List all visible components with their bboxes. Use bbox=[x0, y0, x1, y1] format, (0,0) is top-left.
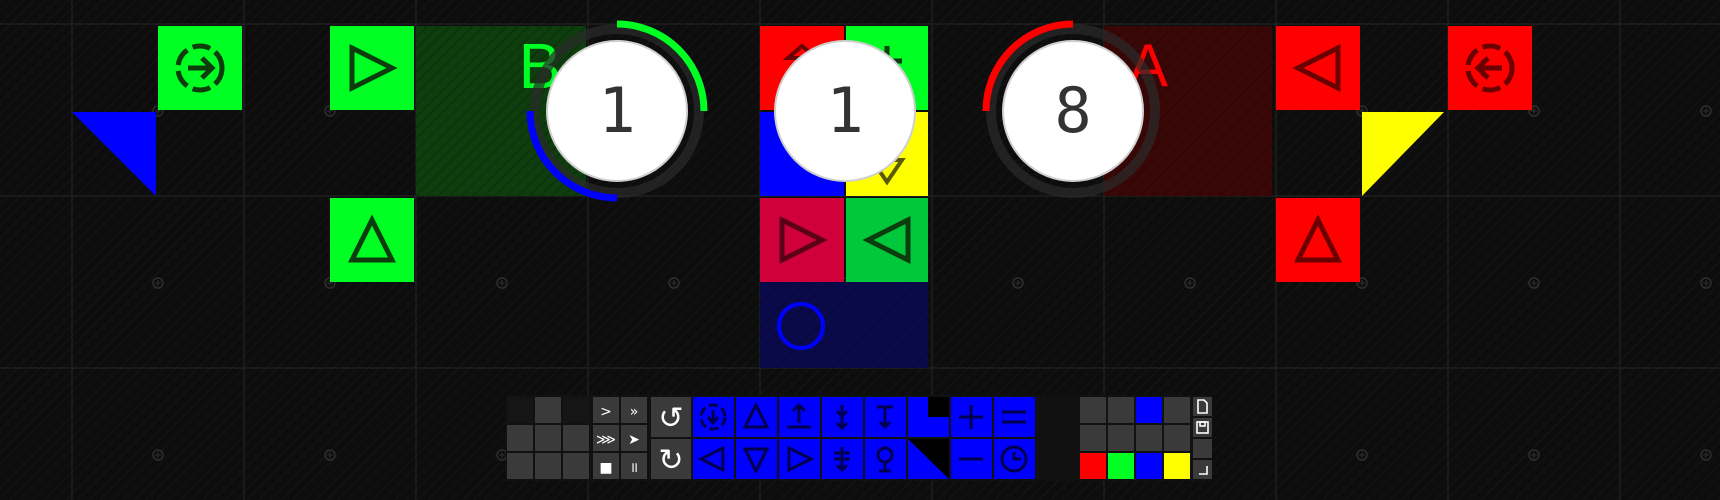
grid-size-button[interactable] bbox=[563, 425, 589, 451]
save-button[interactable] bbox=[1193, 418, 1212, 437]
grid-size-buttons bbox=[507, 397, 589, 479]
tool-button[interactable] bbox=[865, 439, 906, 479]
red-arrow-left-block[interactable] bbox=[1276, 26, 1360, 110]
speed-4-icon: ➤ bbox=[628, 432, 640, 448]
toolbar: > » ⋙ ➤ ■ ॥ ↺ ↻ bbox=[506, 395, 1212, 481]
speed-2-icon: » bbox=[630, 404, 639, 420]
crimson-arrow-right-block[interactable] bbox=[760, 198, 844, 282]
counter-green-blue[interactable]: 1 bbox=[526, 20, 708, 202]
speed-3-icon: ⋙ bbox=[596, 432, 616, 448]
resize-button[interactable] bbox=[1193, 460, 1212, 479]
redo-button[interactable]: ↻ bbox=[651, 439, 691, 479]
counter-value: 1 bbox=[826, 74, 863, 147]
pause-button[interactable]: ॥ bbox=[621, 453, 647, 479]
tool-button[interactable] bbox=[693, 439, 734, 479]
speed-1-button[interactable]: > bbox=[593, 397, 619, 423]
tool-button[interactable] bbox=[822, 397, 863, 437]
undo-button[interactable]: ↺ bbox=[651, 397, 691, 437]
counter-red-blue[interactable]: 1 bbox=[774, 40, 916, 182]
game-scene: B A 1 1 8 > »⋙ ➤■ ॥ ↺ ↻ bbox=[0, 0, 1720, 500]
grid-size-button[interactable] bbox=[535, 397, 561, 423]
color-swatch[interactable] bbox=[1164, 453, 1190, 479]
tool-button[interactable] bbox=[951, 397, 992, 437]
speed-1-icon: > bbox=[600, 404, 612, 420]
red-spawner-block[interactable] bbox=[1448, 26, 1532, 110]
tool-button[interactable] bbox=[736, 439, 777, 479]
green-spawner-block[interactable] bbox=[158, 26, 242, 110]
grid-size-button[interactable] bbox=[535, 425, 561, 451]
palette-slot-selected[interactable] bbox=[1136, 397, 1162, 423]
speed-3-button[interactable]: ⋙ bbox=[593, 425, 619, 451]
counter-value: 1 bbox=[598, 74, 635, 147]
grid-size-button[interactable] bbox=[535, 453, 561, 479]
tool-button[interactable] bbox=[951, 439, 992, 479]
palette-slot[interactable] bbox=[1108, 425, 1134, 451]
palette-slot[interactable] bbox=[1136, 425, 1162, 451]
green-arrow-right-block[interactable] bbox=[330, 26, 414, 110]
tool-button[interactable] bbox=[779, 397, 820, 437]
grid-size-button[interactable] bbox=[563, 453, 589, 479]
tool-button[interactable] bbox=[693, 397, 734, 437]
grid-size-button[interactable] bbox=[563, 397, 589, 423]
color-swatch[interactable] bbox=[1136, 453, 1162, 479]
palette-slot[interactable] bbox=[1164, 425, 1190, 451]
tool-button[interactable] bbox=[736, 397, 777, 437]
stop-icon: ■ bbox=[599, 460, 612, 476]
tool-button[interactable] bbox=[822, 439, 863, 479]
grid-size-button[interactable] bbox=[507, 453, 533, 479]
color-swatch[interactable] bbox=[1080, 453, 1106, 479]
palette-slot[interactable] bbox=[1080, 425, 1106, 451]
palette-slot[interactable] bbox=[1108, 397, 1134, 423]
undo-icon: ↺ bbox=[658, 401, 683, 436]
grid-size-button[interactable] bbox=[507, 397, 533, 423]
tool-button[interactable] bbox=[865, 397, 906, 437]
pause-icon: ॥ bbox=[630, 460, 638, 476]
new-file-button[interactable] bbox=[1193, 397, 1212, 416]
green-arrow-up-block[interactable] bbox=[330, 198, 414, 282]
red-arrow-up-block[interactable] bbox=[1276, 198, 1360, 282]
tool-button[interactable] bbox=[994, 397, 1035, 437]
palette-slot[interactable] bbox=[1164, 397, 1190, 423]
counter-value: 8 bbox=[1054, 74, 1091, 147]
zone-blue[interactable] bbox=[760, 282, 928, 368]
color-swatch[interactable] bbox=[1108, 453, 1134, 479]
stop-button[interactable]: ■ bbox=[593, 453, 619, 479]
grid-size-button[interactable] bbox=[507, 425, 533, 451]
speed-4-button[interactable]: ➤ bbox=[621, 425, 647, 451]
blank-button[interactable] bbox=[1193, 439, 1212, 458]
palette-slot[interactable] bbox=[1080, 397, 1106, 423]
green-arrow-left-block[interactable] bbox=[846, 198, 928, 282]
tool-button[interactable] bbox=[908, 397, 949, 437]
tool-button[interactable] bbox=[908, 439, 949, 479]
speed-2-button[interactable]: » bbox=[621, 397, 647, 423]
redo-icon: ↻ bbox=[658, 443, 683, 478]
tool-button[interactable] bbox=[779, 439, 820, 479]
tool-button[interactable] bbox=[994, 439, 1035, 479]
counter-red[interactable]: 8 bbox=[982, 20, 1160, 198]
